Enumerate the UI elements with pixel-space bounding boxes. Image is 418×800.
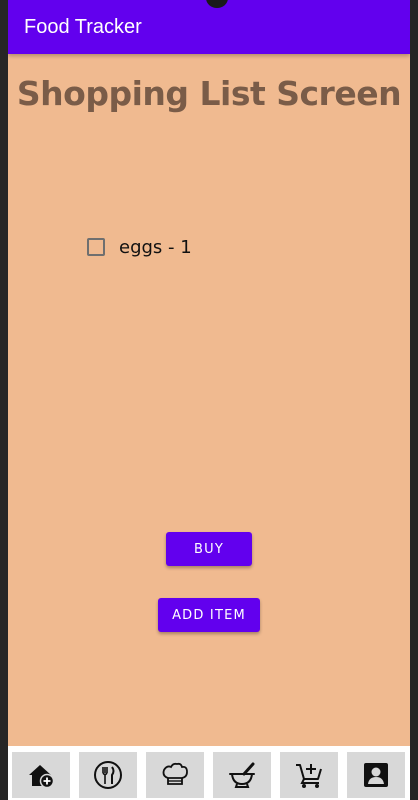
nav-meals[interactable]	[79, 752, 137, 798]
bottom-nav	[8, 746, 410, 800]
buy-button[interactable]: BUY	[166, 532, 252, 566]
list-item[interactable]: eggs - 1	[87, 235, 192, 259]
nav-recipes[interactable]	[146, 752, 204, 798]
device-frame: Food Tracker Shopping List Screen eggs -…	[0, 0, 418, 800]
app-bar: Food Tracker	[8, 0, 410, 54]
chef-hat-icon	[162, 762, 188, 785]
app-title: Food Tracker	[24, 16, 142, 38]
item-checkbox[interactable]	[87, 238, 105, 256]
account-box-icon	[364, 763, 388, 787]
cart-add-icon	[296, 764, 322, 788]
nav-home-add[interactable]	[12, 752, 70, 798]
nav-shopping[interactable]	[280, 752, 338, 798]
item-label: eggs - 1	[119, 236, 192, 258]
page-title: Shopping List Screen	[16, 74, 402, 113]
mortar-pestle-icon	[229, 762, 255, 788]
add-item-button[interactable]: ADD ITEM	[158, 598, 260, 632]
nav-ingredients[interactable]	[213, 752, 271, 798]
nav-profile[interactable]	[347, 752, 405, 798]
utensils-icon	[94, 761, 122, 789]
app-screen: Food Tracker Shopping List Screen eggs -…	[8, 0, 410, 800]
home-add-icon	[29, 765, 55, 789]
